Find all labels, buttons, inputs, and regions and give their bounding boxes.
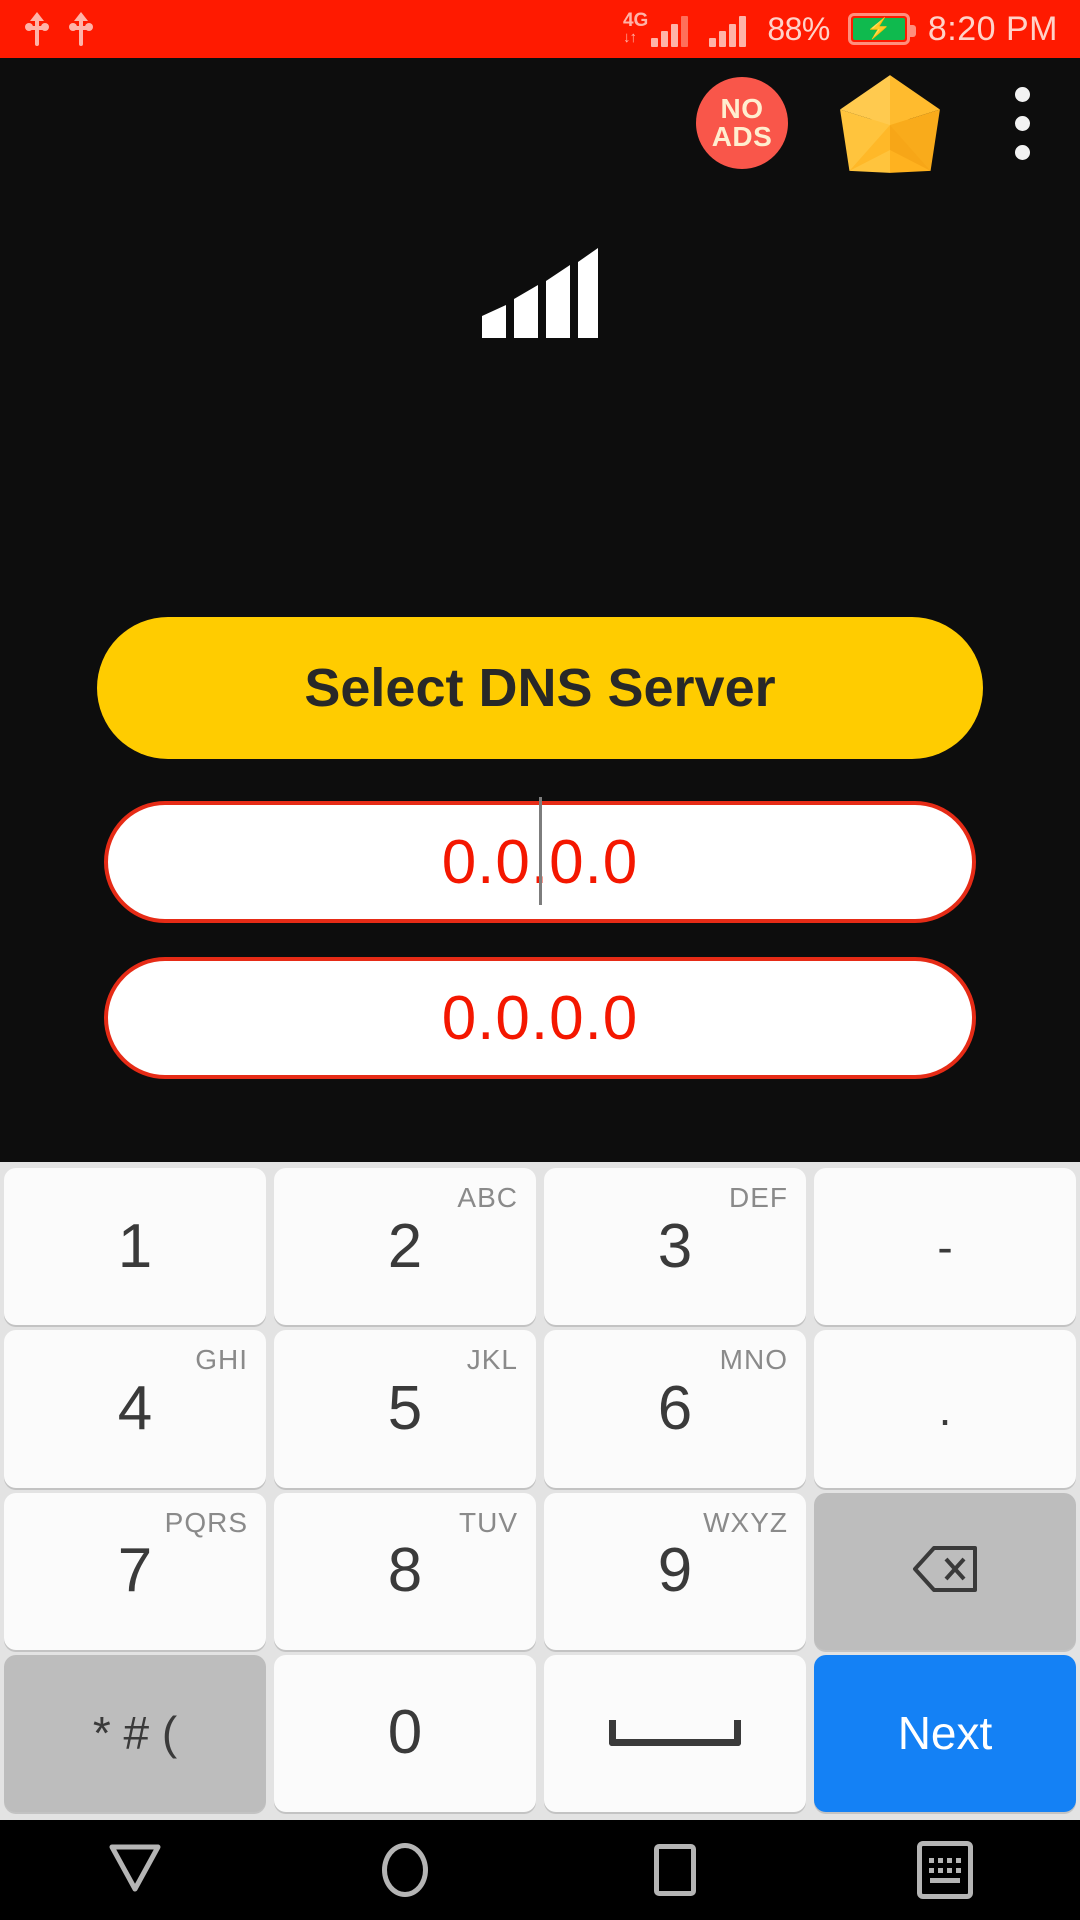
spacebar-icon [609,1720,741,1747]
key-letters: JKL [466,1344,518,1376]
signal-strength-icon [709,11,749,47]
nav-home-button[interactable] [270,1820,540,1920]
nav-keyboard-toggle-button[interactable] [810,1820,1080,1920]
dns-secondary-input[interactable]: 0.0.0.0 [104,957,976,1079]
key-2[interactable]: ABC 2 [274,1168,536,1326]
key-letters: WXYZ [703,1506,788,1538]
mobile-data-icon: 4G ↓↑ [623,11,691,47]
key-period[interactable]: . [814,1330,1076,1488]
key-backspace[interactable] [814,1492,1076,1650]
key-next-label: Next [897,1707,993,1760]
recents-icon [654,1844,696,1896]
key-letters: PQRS [164,1506,248,1538]
key-letters: DEF [729,1182,788,1213]
network-type-label: 4G [622,10,649,31]
key-symbol: - [937,1220,953,1273]
no-ads-line-1: NO [720,93,764,124]
status-bar: 4G ↓↑ 88% ⚡ 8:20 PM [0,0,1080,58]
clock-label: 8:20 PM [927,9,1058,48]
keyboard-row: * # ( 0 Next [4,1654,1076,1812]
dns-secondary-value: 0.0.0.0 [441,983,639,1053]
key-letters: GHI [195,1344,248,1376]
nav-recents-button[interactable] [540,1820,810,1920]
key-digit: 7 [117,1536,153,1606]
key-symbol: * # ( [92,1707,178,1760]
key-4[interactable]: GHI 4 [4,1330,266,1488]
app-header: NO ADS [0,58,1080,188]
dns-primary-input[interactable]: 0.0.0.0 [104,796,976,923]
select-dns-server-button[interactable]: Select DNS Server [97,617,983,759]
backspace-icon [912,1545,978,1598]
back-icon [108,1843,162,1898]
system-navigation-bar [0,1820,1080,1920]
key-digit: 1 [117,1211,153,1281]
key-7[interactable]: PQRS 7 [4,1492,266,1650]
key-letters: ABC [457,1182,518,1213]
nav-back-button[interactable] [0,1820,270,1920]
main-content: Select DNS Server 0.0.0.0 0.0.0.0 [0,188,1080,1162]
home-icon [382,1843,428,1897]
key-3[interactable]: DEF 3 [544,1168,806,1326]
battery-percent-label: 88% [767,10,830,47]
battery-charging-icon: ⚡ [847,13,916,45]
key-1[interactable]: 1 [4,1168,266,1326]
key-8[interactable]: TUV 8 [274,1492,536,1650]
key-symbol: . [938,1382,952,1435]
key-digit: 6 [657,1373,693,1443]
key-dash[interactable]: - [814,1168,1076,1326]
key-5[interactable]: JKL 5 [274,1330,536,1488]
key-digit: 4 [117,1373,153,1443]
star-icon[interactable] [836,69,944,177]
key-digit: 3 [657,1211,693,1281]
keyboard-row: PQRS 7 TUV 8 WXYZ 9 [4,1492,1076,1650]
keyboard-row: 1 ABC 2 DEF 3 - [4,1168,1076,1326]
usb-icon [25,12,49,46]
usb-icon [69,12,93,46]
key-digit: 9 [657,1536,693,1606]
key-digit: 2 [387,1211,423,1281]
key-next[interactable]: Next [814,1654,1076,1812]
key-6[interactable]: MNO 6 [544,1330,806,1488]
key-letters: MNO [719,1344,788,1376]
numeric-keyboard: 1 ABC 2 DEF 3 - GHI 4 JKL 5 MNO 6 . PQRS… [0,1162,1080,1820]
key-9[interactable]: WXYZ 9 [544,1492,806,1650]
no-ads-badge[interactable]: NO ADS [696,77,788,169]
overflow-menu-icon[interactable] [992,75,1052,171]
text-cursor [538,796,542,905]
phone-screen: 4G ↓↑ 88% ⚡ 8:20 PM NO ADS Select DNS Se… [0,0,1080,1920]
keyboard-toggle-icon [917,1841,973,1899]
key-0[interactable]: 0 [274,1654,536,1812]
key-symbols[interactable]: * # ( [4,1654,266,1812]
no-ads-line-2: ADS [711,121,773,152]
key-digit: 0 [387,1698,423,1768]
status-bar-right: 4G ↓↑ 88% ⚡ 8:20 PM [623,10,1080,49]
signal-bars-icon [480,248,600,340]
key-space[interactable] [544,1654,806,1812]
key-digit: 5 [387,1373,423,1443]
network-arrows-label: ↓↑ [622,29,637,46]
key-digit: 8 [387,1536,423,1606]
keyboard-row: GHI 4 JKL 5 MNO 6 . [4,1330,1076,1488]
status-bar-left [0,12,93,46]
key-letters: TUV [459,1506,518,1538]
